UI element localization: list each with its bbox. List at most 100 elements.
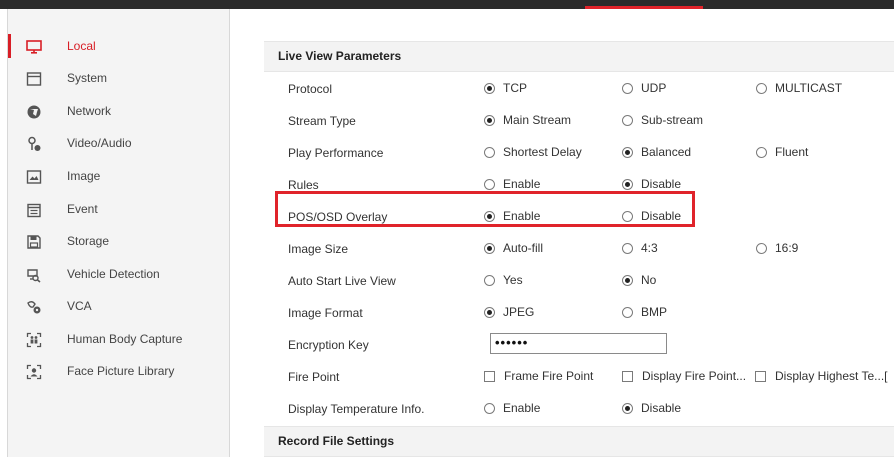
encryption-key-input[interactable]: ••••••	[490, 333, 667, 354]
option-label: 4:3	[641, 241, 658, 255]
radio-shortest-delay[interactable]: Shortest Delay	[484, 145, 582, 159]
radio-button[interactable]	[622, 402, 633, 414]
radio-button[interactable]	[622, 210, 633, 222]
sidebar-item-local[interactable]: Local	[8, 30, 230, 62]
vca-icon	[27, 301, 41, 314]
radio-button[interactable]	[622, 114, 633, 126]
sidebar-item-vehicle-detection[interactable]: Vehicle Detection	[8, 258, 230, 290]
radio-button[interactable]	[484, 242, 495, 254]
row-label: Fire Point	[288, 370, 340, 384]
radio-button[interactable]	[622, 146, 633, 158]
sidebar-item-label: Vehicle Detection	[67, 267, 160, 281]
row-protocol: Protocol TCP UDP MULTICAST	[264, 73, 894, 103]
radio-auto-start-no[interactable]: No	[622, 273, 656, 287]
sidebar-item-human-body-capture[interactable]: Human Body Capture	[8, 323, 230, 355]
radio-button[interactable]	[484, 114, 495, 126]
sidebar-item-network[interactable]: Network	[8, 95, 230, 127]
radio-auto-fill[interactable]: Auto-fill	[484, 241, 543, 255]
main-content: Live View Parameters Protocol TCP UDP MU…	[264, 9, 894, 457]
radio-button[interactable]	[484, 306, 495, 318]
row-label: Display Temperature Info.	[288, 402, 425, 416]
radio-jpeg[interactable]: JPEG	[484, 305, 534, 319]
radio-button[interactable]	[756, 82, 767, 94]
settings-sidebar: Local System Network Video/Audio Image E…	[7, 9, 230, 457]
option-label: Shortest Delay	[503, 145, 582, 159]
sidebar-item-event[interactable]: Event	[8, 193, 230, 225]
sidebar-item-vca[interactable]: VCA	[8, 290, 230, 322]
radio-auto-start-yes[interactable]: Yes	[484, 273, 523, 287]
radio-button[interactable]	[484, 210, 495, 222]
radio-temp-enable[interactable]: Enable	[484, 401, 540, 415]
sidebar-item-label: Storage	[67, 234, 110, 248]
radio-fluent[interactable]: Fluent	[756, 145, 808, 159]
option-label: Disable	[641, 401, 682, 415]
radio-button[interactable]	[622, 306, 633, 318]
option-label: Disable	[641, 209, 682, 223]
checkbox-frame-fire-point[interactable]: Frame Fire Point	[484, 369, 593, 383]
radio-button[interactable]	[484, 146, 495, 158]
radio-button[interactable]	[622, 178, 633, 190]
radio-button[interactable]	[484, 402, 495, 414]
checkbox-display-fire-point[interactable]: Display Fire Point...	[622, 369, 746, 383]
section-header-live-view: Live View Parameters	[264, 41, 894, 72]
checkbox-display-highest-temp[interactable]: Display Highest Te...[	[755, 369, 888, 383]
row-fire-point: Fire Point Frame Fire Point Display Fire…	[264, 361, 894, 391]
radio-bmp[interactable]: BMP	[622, 305, 667, 319]
sidebar-item-label: Human Body Capture	[67, 332, 183, 346]
option-label: No	[641, 273, 657, 287]
checkbox[interactable]	[622, 370, 633, 382]
row-label: POS/OSD Overlay	[288, 210, 388, 224]
option-label: Enable	[503, 401, 541, 415]
radio-pos-osd-enable[interactable]: Enable	[484, 209, 540, 223]
option-label: Enable	[503, 177, 541, 191]
radio-temp-disable[interactable]: Disable	[622, 401, 681, 415]
radio-protocol-tcp[interactable]: TCP	[484, 81, 527, 95]
option-label: JPEG	[503, 305, 535, 319]
checkbox[interactable]	[755, 370, 766, 382]
row-label: Image Size	[288, 242, 349, 256]
sidebar-item-image[interactable]: Image	[8, 160, 230, 192]
sidebar-item-label: Event	[67, 202, 98, 216]
sidebar-item-face-picture-library[interactable]: Face Picture Library	[8, 355, 230, 387]
sidebar-item-system[interactable]: System	[8, 62, 230, 94]
radio-button[interactable]	[756, 146, 767, 158]
globe-icon	[27, 105, 41, 119]
radio-button[interactable]	[622, 274, 633, 286]
sidebar-item-label: Network	[67, 104, 112, 118]
option-label: Fluent	[775, 145, 809, 159]
radio-protocol-udp[interactable]: UDP	[622, 81, 666, 95]
radio-balanced[interactable]: Balanced	[622, 145, 691, 159]
row-label: Play Performance	[288, 146, 384, 160]
window-icon	[26, 72, 42, 86]
radio-protocol-multicast[interactable]: MULTICAST	[756, 81, 842, 95]
row-label: Stream Type	[288, 114, 356, 128]
row-label: Auto Start Live View	[288, 274, 396, 288]
radio-rules-disable[interactable]: Disable	[622, 177, 681, 191]
row-rules: Rules Enable Disable	[264, 169, 894, 199]
option-label: Display Highest Te...[	[775, 369, 888, 383]
radio-16-9[interactable]: 16:9	[756, 241, 798, 255]
radio-4-3[interactable]: 4:3	[622, 241, 658, 255]
radio-sub-stream[interactable]: Sub-stream	[622, 113, 703, 127]
radio-pos-osd-disable[interactable]: Disable	[622, 209, 681, 223]
row-label: Encryption Key	[288, 338, 369, 352]
checkbox[interactable]	[484, 370, 495, 382]
calendar-icon	[27, 203, 41, 218]
row-label: Image Format	[288, 306, 363, 320]
option-label: Sub-stream	[641, 113, 704, 127]
radio-button[interactable]	[756, 242, 767, 254]
radio-button[interactable]	[484, 178, 495, 190]
radio-button[interactable]	[622, 82, 633, 94]
radio-main-stream[interactable]: Main Stream	[484, 113, 571, 127]
sidebar-item-storage[interactable]: Storage	[8, 225, 230, 257]
radio-button[interactable]	[622, 242, 633, 254]
row-image-format: Image Format JPEG BMP	[264, 297, 894, 327]
radio-button[interactable]	[484, 274, 495, 286]
option-label: BMP	[641, 305, 668, 319]
radio-button[interactable]	[484, 82, 495, 94]
option-label: Disable	[641, 177, 682, 191]
radio-rules-enable[interactable]: Enable	[484, 177, 540, 191]
row-label: Rules	[288, 178, 319, 192]
sidebar-item-video-audio[interactable]: Video/Audio	[8, 127, 230, 159]
sidebar-item-label: Video/Audio	[67, 136, 132, 150]
